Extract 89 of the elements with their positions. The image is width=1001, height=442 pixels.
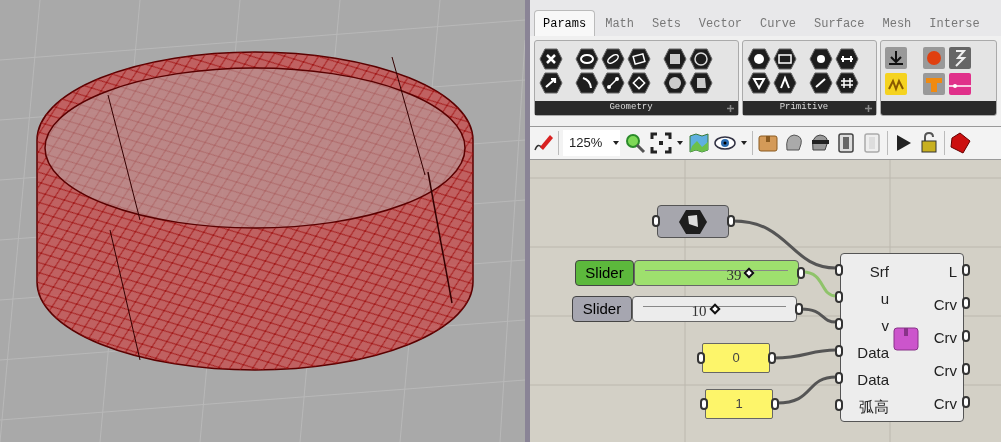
tab[interactable]: Curve [752,12,805,36]
port[interactable] [727,215,735,227]
zoom-icon[interactable] [624,132,647,154]
box-icon[interactable] [757,132,780,154]
frame-icon[interactable] [650,132,673,154]
slider-thumb[interactable] [708,303,721,315]
wire [773,348,837,360]
ribbon-group-label: Geometry [608,101,654,115]
squiggle-icon[interactable] [884,73,907,95]
input-label: Data [857,370,889,390]
output-label: Crv [933,394,957,414]
tab[interactable]: Surface [806,12,873,36]
hexagon-icon[interactable] [809,72,834,94]
port[interactable] [797,267,805,279]
port[interactable] [697,352,705,364]
tab[interactable]: Mesh [874,12,920,36]
port[interactable] [835,399,843,411]
component[interactable]: Srf u v Data Data 弧高 L Crv Crv Crv Crv [840,253,964,422]
slider[interactable]: 39 [634,260,799,286]
port[interactable] [835,264,843,276]
port[interactable] [652,215,660,227]
canvas[interactable]: Slider 39 Slider 10 0 1 Srf u v Data Data 弧高 L Crv Crv Crv Crv [530,160,1001,442]
port[interactable] [700,398,708,410]
ribbon-group-label: Primitive [778,101,830,115]
surface-parameter[interactable] [657,205,729,238]
wire [776,375,837,405]
hexagon-icon[interactable] [689,72,713,94]
output-label: L [948,262,957,282]
panel[interactable]: 0 [702,343,770,373]
output-label: Crv [933,328,957,348]
tab[interactable]: Sets [644,12,689,36]
hexagon-icon[interactable] [627,48,651,70]
hexagon-icon[interactable] [663,72,687,94]
hexagon-icon[interactable] [689,48,713,70]
port[interactable] [835,345,843,357]
port[interactable] [768,352,776,364]
output-label: Crv [933,295,957,315]
hexagon-icon[interactable] [747,48,772,70]
gem-icon[interactable] [949,132,972,154]
hexagon-icon[interactable] [773,72,798,94]
port[interactable] [962,363,970,375]
tab[interactable]: Math [597,12,643,36]
panel[interactable]: 1 [705,389,773,419]
tab[interactable]: Interse [921,12,988,36]
slider-value: 10 [691,302,707,321]
hexagon-icon[interactable] [663,48,687,70]
zoom-field[interactable]: 125% [563,130,621,156]
slider-icon[interactable] [948,73,971,95]
hexagon-icon[interactable] [835,48,860,70]
hexagon-icon [678,208,708,235]
slider-label: Slider [572,296,632,322]
output-label: Crv [933,361,957,381]
hexagon-icon[interactable] [809,48,834,70]
lightning-icon[interactable] [948,47,971,69]
slider[interactable]: 10 [632,296,797,322]
input-label: Srf [869,262,889,282]
hexagon-icon[interactable] [747,72,772,94]
hexagon-icon[interactable] [601,72,625,94]
slider-label: Slider [575,260,634,286]
port[interactable] [795,303,803,315]
tab[interactable]: Vector [690,12,751,36]
port[interactable] [962,297,970,309]
hexagon-icon[interactable] [539,72,563,94]
input-label: u [880,289,889,309]
hexagon-icon[interactable] [627,72,651,94]
hexagon-icon[interactable] [539,48,563,70]
port[interactable] [835,291,843,303]
slider-thumb[interactable] [743,267,756,279]
port[interactable] [962,396,970,408]
input-label: v [881,316,889,336]
port[interactable] [771,398,779,410]
slider-value: 39 [726,266,742,285]
expand-icon[interactable] [864,104,872,112]
hexagon-icon[interactable] [773,48,798,70]
hexagon-icon[interactable] [575,72,599,94]
expand-icon[interactable] [727,104,735,112]
wire [800,307,837,324]
download-icon[interactable] [884,47,907,69]
port[interactable] [962,330,970,342]
hexagon-icon[interactable] [601,48,625,70]
port[interactable] [835,372,843,384]
port[interactable] [835,318,843,330]
hexagon-icon[interactable] [575,48,599,70]
masked-head-icon[interactable] [809,132,832,154]
port[interactable] [962,264,970,276]
input-label: 弧高 [859,397,889,417]
hexagon-icon[interactable] [835,72,860,94]
tab[interactable]: Params [534,10,596,36]
input-label: Data [857,343,889,363]
